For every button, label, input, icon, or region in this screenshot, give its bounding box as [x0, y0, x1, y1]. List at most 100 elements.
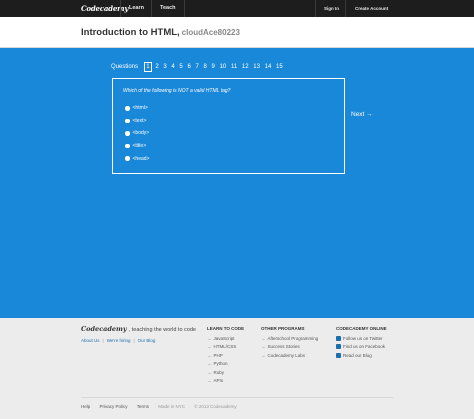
- footer-company-links: About Us | We're hiring | Our Blog: [81, 338, 155, 343]
- site-footer: Codecademy, teaching the world to code A…: [0, 318, 474, 419]
- nav-divider: [120, 0, 121, 17]
- answer-option-label: <text>: [132, 117, 147, 124]
- programs-link-label: Codecademy Labs: [267, 352, 306, 358]
- radio-button[interactable]: [125, 118, 130, 124]
- link-separator: |: [102, 338, 104, 343]
- learn-link-label: JavaScript: [213, 336, 235, 341]
- radio-button[interactable]: [125, 106, 130, 111]
- learn-link-label: PHP: [213, 352, 223, 358]
- question-number-2[interactable]: 2: [154, 63, 161, 71]
- nav-divider: [184, 0, 185, 17]
- footer-logo-text[interactable]: Codecademy: [81, 325, 127, 333]
- footer-tagline: , teaching the world to code: [128, 327, 196, 333]
- hiring-link[interactable]: We're hiring: [107, 338, 131, 343]
- arrow-icon: →: [261, 352, 266, 358]
- footer-logo: Codecademy, teaching the world to code: [81, 325, 196, 333]
- questions-label: Questions: [111, 64, 139, 70]
- question-navigator: Questions 1 2 3 4 5 6 7 8 9 10 11 12 13 14 15: [111, 62, 286, 72]
- nav-teach-link[interactable]: Teach: [160, 0, 176, 17]
- nav-divider: [315, 0, 316, 17]
- nav-divider: [151, 0, 152, 17]
- answer-options: <html> <text> <body> <title> <head>: [125, 102, 149, 165]
- learn-link[interactable]: → APIs: [207, 377, 244, 385]
- learn-link[interactable]: → PHP: [207, 352, 244, 360]
- codecademy-online-heading: CODECADEMY ONLINE: [336, 326, 387, 331]
- answer-option-label: <html>: [132, 105, 148, 112]
- learn-link[interactable]: → Python: [207, 360, 244, 368]
- made-in-nyc: Made in NYC: [158, 404, 185, 409]
- question-number-4[interactable]: 4: [170, 63, 177, 71]
- learn-link-label: HTML/CSS: [213, 344, 237, 350]
- create-account-link[interactable]: Create Account: [355, 0, 388, 17]
- nav-learn-link[interactable]: Learn: [129, 0, 144, 17]
- question-card: Which of the following is NOT a valid HT…: [112, 78, 345, 174]
- answer-option[interactable]: <head>: [125, 152, 149, 165]
- question-number-7[interactable]: 7: [194, 63, 201, 71]
- question-number-5[interactable]: 5: [178, 63, 185, 71]
- online-link[interactable]: Find us on Facebook: [336, 343, 387, 351]
- programs-link-label: Afterschool Programming: [267, 336, 319, 341]
- nav-divider: [345, 0, 346, 17]
- learn-to-code-heading: LEARN TO CODE: [207, 326, 245, 331]
- question-number-8[interactable]: 8: [202, 63, 209, 71]
- course-header: Introduction to HTML, cloudAce80223: [0, 17, 474, 48]
- answer-option-label: <body>: [132, 130, 150, 137]
- arrow-icon: →: [261, 336, 266, 341]
- privacy-policy-link[interactable]: Privacy Policy: [100, 404, 128, 409]
- answer-option[interactable]: <text>: [125, 115, 149, 128]
- online-link[interactable]: Follow us on Twitter: [336, 335, 387, 343]
- twitter-icon: [336, 336, 341, 341]
- arrow-icon: →: [207, 369, 212, 375]
- blog-link[interactable]: Our Blog: [138, 338, 156, 343]
- answer-option-label: <title>: [132, 143, 147, 150]
- next-button[interactable]: Next →: [351, 111, 373, 118]
- programs-link[interactable]: → Codecademy Labs: [261, 352, 318, 360]
- online-link[interactable]: Read our Blog: [336, 352, 387, 360]
- question-number-1[interactable]: 1: [143, 62, 153, 72]
- other-programs-heading: OTHER PROGRAMS: [261, 326, 305, 331]
- answer-option[interactable]: <html>: [125, 102, 149, 115]
- arrow-icon: →: [207, 361, 212, 367]
- link-separator: |: [133, 338, 135, 343]
- learn-link[interactable]: → Ruby: [207, 369, 244, 377]
- radio-button[interactable]: [125, 143, 130, 149]
- question-prompt: Which of the following is NOT a valid HT…: [123, 88, 231, 94]
- codecademy-logo[interactable]: Codecademy: [81, 3, 128, 14]
- question-number-6[interactable]: 6: [186, 63, 193, 71]
- about-us-link[interactable]: About Us: [81, 338, 100, 343]
- programs-link[interactable]: → Success Stories: [261, 343, 318, 351]
- learn-to-code-column: LEARN TO CODE → JavaScript → HTML/CSS → PHP → P…: [207, 326, 244, 385]
- question-number-11[interactable]: 11: [229, 63, 238, 71]
- radio-button[interactable]: [125, 131, 130, 136]
- learn-link[interactable]: → HTML/CSS: [207, 343, 244, 351]
- answer-option[interactable]: <body>: [125, 127, 149, 140]
- page-title: Introduction to HTML, cloudAce80223: [81, 27, 240, 38]
- question-number-14[interactable]: 14: [263, 63, 273, 71]
- question-number-9[interactable]: 9: [210, 63, 217, 71]
- sign-in-link[interactable]: Sign In: [324, 0, 339, 17]
- online-link-label: Find us on Facebook: [343, 344, 386, 350]
- terms-link[interactable]: Terms: [137, 404, 149, 409]
- arrow-icon: →: [207, 336, 212, 341]
- top-navbar: Codecademy Learn Teach Sign In Create Ac…: [0, 0, 474, 17]
- answer-option[interactable]: <title>: [125, 140, 149, 153]
- programs-link-label: Success Stories: [267, 344, 300, 350]
- question-number-10[interactable]: 10: [218, 63, 228, 71]
- question-number-3[interactable]: 3: [162, 63, 169, 71]
- footer-divider: [81, 397, 393, 398]
- question-number-12[interactable]: 12: [240, 63, 250, 71]
- radio-button[interactable]: [125, 156, 130, 161]
- programs-link[interactable]: → Afterschool Programming: [261, 335, 318, 343]
- learn-link[interactable]: → JavaScript: [207, 335, 244, 343]
- question-number-15[interactable]: 15: [274, 63, 284, 71]
- other-programs-column: OTHER PROGRAMS → Afterschool Programming →…: [261, 326, 318, 360]
- question-number-13[interactable]: 13: [252, 63, 262, 71]
- help-link[interactable]: Help: [81, 404, 90, 409]
- username: cloudAce80223: [181, 28, 240, 37]
- answer-option-label: <head>: [132, 155, 150, 162]
- codecademy-online-column: CODECADEMY ONLINE Follow us on Twitter Fi…: [336, 326, 387, 360]
- learn-link-label: Python: [213, 361, 228, 367]
- learn-link-label: Ruby: [213, 369, 225, 375]
- facebook-icon: [336, 344, 341, 350]
- arrow-icon: →: [207, 344, 212, 350]
